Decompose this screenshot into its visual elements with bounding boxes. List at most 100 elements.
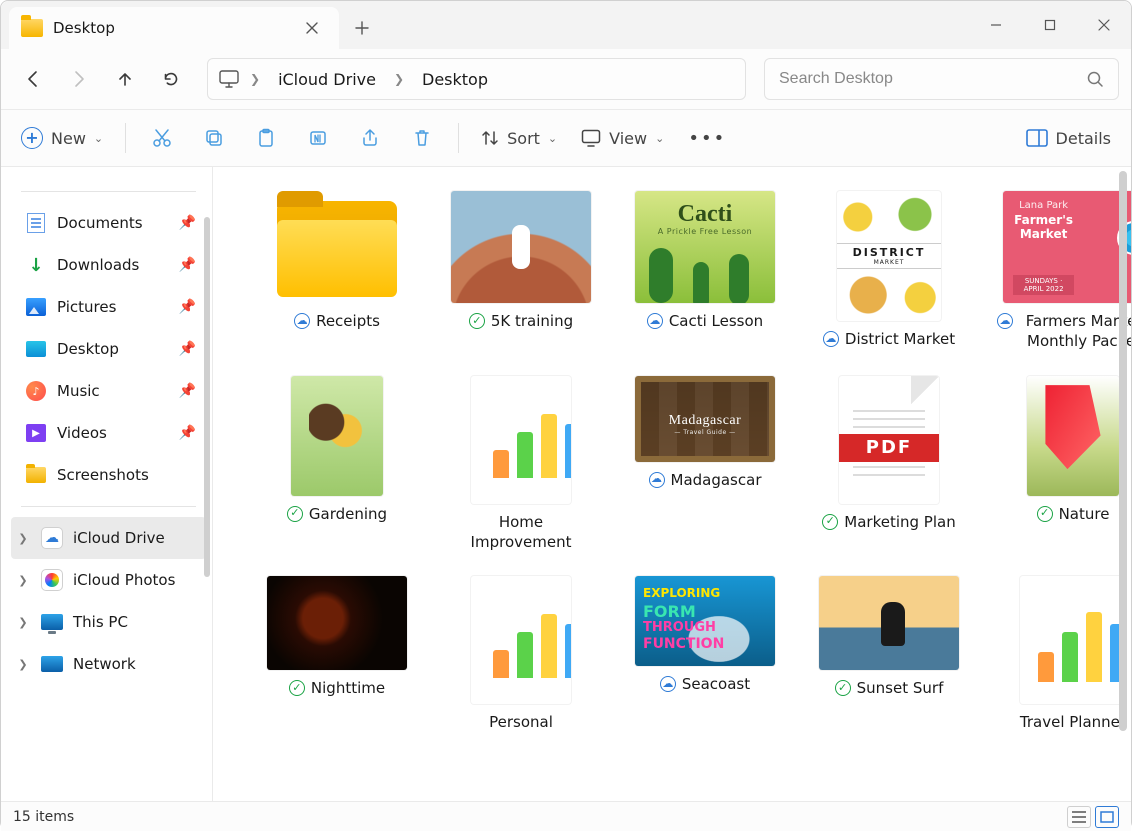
new-button[interactable]: + New ⌄ — [11, 118, 113, 158]
breadcrumb-part-0[interactable]: iCloud Drive — [270, 66, 384, 93]
file-label: Farmers Market Monthly Packet — [1019, 311, 1131, 352]
sidebar-item-label: Screenshots — [57, 466, 149, 484]
pictures-icon — [25, 296, 47, 318]
sidebar-item-network[interactable]: ❯ Network — [11, 643, 206, 685]
file-label: Home Improvement — [456, 512, 586, 553]
sidebar-item-documents[interactable]: Documents 📌 — [11, 202, 206, 244]
details-icon — [1026, 129, 1048, 147]
sidebar-item-downloads[interactable]: ↓ Downloads 📌 — [11, 244, 206, 286]
sort-button[interactable]: Sort ⌄ — [471, 118, 567, 158]
search-input[interactable] — [779, 70, 1086, 88]
file-item-cacti-lesson[interactable]: CactiA Prickle Free Lesson ☁ Cacti Lesso… — [621, 191, 789, 352]
file-item-sunset-surf[interactable]: ✓ Sunset Surf — [805, 576, 973, 732]
sort-icon — [481, 129, 499, 147]
sidebar-item-label: Downloads — [57, 256, 139, 274]
maximize-button[interactable] — [1023, 1, 1077, 49]
status-text: 15 items — [13, 809, 74, 825]
file-item-personal[interactable]: Personal — [437, 576, 605, 732]
pin-icon: 📌 — [179, 425, 196, 441]
sidebar-item-desktop[interactable]: Desktop 📌 — [11, 328, 206, 370]
file-item-seacoast[interactable]: EXPLORING FORM THROUGH FUNCTION ☁ Seacoa… — [621, 576, 789, 732]
view-icon — [581, 129, 601, 147]
synced-status-icon: ✓ — [289, 680, 305, 696]
this-pc-icon — [41, 611, 63, 633]
pin-icon: 📌 — [179, 341, 196, 357]
file-item-district-market[interactable]: DISTRICTMARKET ☁ District Market — [805, 191, 973, 352]
details-view-button[interactable] — [1067, 806, 1091, 828]
file-item-5k-training[interactable]: ✓ 5K training — [437, 191, 605, 352]
chevron-right-icon: ❯ — [388, 72, 410, 86]
image-thumbnail — [291, 376, 383, 496]
sidebar-item-this-pc[interactable]: ❯ This PC — [11, 601, 206, 643]
file-item-madagascar[interactable]: Madagascar— Travel Guide — ☁ Madagascar — [621, 376, 789, 553]
sidebar-item-icloud-photos[interactable]: ❯ iCloud Photos — [11, 559, 206, 601]
sort-label: Sort — [507, 129, 540, 148]
share-button[interactable] — [346, 118, 394, 158]
sidebar-item-label: iCloud Drive — [73, 529, 165, 547]
chevron-right-icon[interactable]: ❯ — [15, 658, 31, 671]
paste-button[interactable] — [242, 118, 290, 158]
main-area: Documents 📌 ↓ Downloads 📌 Pictures 📌 Des… — [1, 167, 1131, 801]
cloud-status-icon: ☁ — [649, 472, 665, 488]
file-item-gardening[interactable]: ✓ Gardening — [253, 376, 421, 553]
sidebar-item-label: Pictures — [57, 298, 116, 316]
image-thumbnail: EXPLORING FORM THROUGH FUNCTION — [635, 576, 775, 666]
sidebar-item-icloud-drive[interactable]: ❯ ☁ iCloud Drive — [11, 517, 206, 559]
sidebar-scrollbar[interactable] — [204, 217, 210, 577]
minimize-button[interactable] — [969, 1, 1023, 49]
image-thumbnail — [267, 576, 407, 670]
separator — [21, 506, 196, 507]
file-label: Marketing Plan — [844, 512, 955, 532]
refresh-button[interactable] — [151, 59, 191, 99]
search-box[interactable] — [764, 58, 1119, 100]
tab-desktop[interactable]: Desktop — [9, 7, 339, 49]
chevron-down-icon: ⌄ — [94, 132, 103, 145]
file-label: Cacti Lesson — [669, 311, 763, 331]
icons-view-button[interactable] — [1095, 806, 1119, 828]
forward-button[interactable] — [59, 59, 99, 99]
content-scrollbar[interactable] — [1119, 171, 1127, 731]
pin-icon: 📌 — [179, 215, 196, 231]
chevron-right-icon[interactable]: ❯ — [15, 532, 31, 545]
rename-button[interactable] — [294, 118, 342, 158]
sidebar-item-label: This PC — [73, 613, 128, 631]
folder-thumbnail — [267, 191, 407, 303]
sidebar-item-pictures[interactable]: Pictures 📌 — [11, 286, 206, 328]
copy-button[interactable] — [190, 118, 238, 158]
file-item-nature[interactable]: ✓ Nature — [989, 376, 1131, 553]
chevron-right-icon[interactable]: ❯ — [15, 616, 31, 629]
more-button[interactable]: ••• — [678, 118, 736, 158]
up-button[interactable] — [105, 59, 145, 99]
sidebar-item-videos[interactable]: ▶ Videos 📌 — [11, 412, 206, 454]
monitor-icon — [218, 68, 240, 90]
chevron-right-icon[interactable]: ❯ — [15, 574, 31, 587]
file-label: Personal — [489, 712, 553, 732]
sidebar-item-screenshots[interactable]: Screenshots — [11, 454, 206, 496]
view-button[interactable]: View ⌄ — [571, 118, 674, 158]
file-item-home-improvement[interactable]: Home Improvement — [437, 376, 605, 553]
file-item-farmers-market[interactable]: Lana Park Farmer's Market SUNDAYS · APRI… — [989, 191, 1131, 352]
sidebar-item-label: Videos — [57, 424, 107, 442]
breadcrumb-part-1[interactable]: Desktop — [414, 66, 496, 93]
file-grid[interactable]: ☁ Receipts ✓ 5K training CactiA Prickle … — [213, 167, 1131, 801]
file-item-travel-planner[interactable]: Travel Planner — [989, 576, 1131, 732]
synced-status-icon: ✓ — [469, 313, 485, 329]
close-window-button[interactable] — [1077, 1, 1131, 49]
delete-button[interactable] — [398, 118, 446, 158]
back-button[interactable] — [13, 59, 53, 99]
navigation-bar: ❯ iCloud Drive ❯ Desktop — [1, 49, 1131, 109]
search-icon — [1086, 70, 1104, 88]
tab-close-button[interactable] — [297, 13, 327, 43]
folder-icon — [21, 19, 43, 37]
sidebar-item-music[interactable]: ♪ Music 📌 — [11, 370, 206, 412]
new-tab-button[interactable] — [339, 7, 385, 49]
file-item-nighttime[interactable]: ✓ Nighttime — [253, 576, 421, 732]
cut-button[interactable] — [138, 118, 186, 158]
details-button[interactable]: Details — [1016, 118, 1121, 158]
file-item-marketing-plan[interactable]: PDF ✓ Marketing Plan — [805, 376, 973, 553]
view-label: View — [609, 129, 647, 148]
file-item-receipts[interactable]: ☁ Receipts — [253, 191, 421, 352]
chevron-down-icon: ⌄ — [655, 132, 664, 145]
breadcrumb[interactable]: ❯ iCloud Drive ❯ Desktop — [207, 58, 746, 100]
documents-icon — [25, 212, 47, 234]
